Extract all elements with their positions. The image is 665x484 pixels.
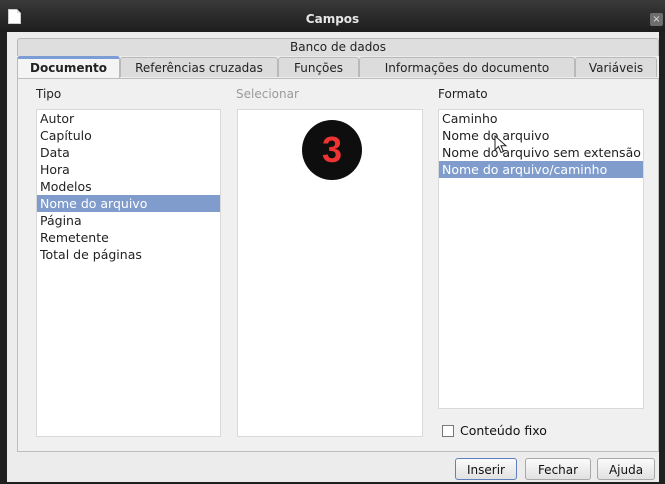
formato-list-item[interactable]: Caminho: [439, 110, 643, 127]
tipo-listbox[interactable]: Autor Capítulo Data Hora Modelos Nome do arqu…: [36, 109, 221, 437]
documento-pane: Tipo Selecionar Formato Autor Capítulo Dat…: [17, 78, 659, 452]
tipo-label: Tipo: [36, 87, 62, 101]
tipo-list-item[interactable]: Página: [37, 212, 220, 229]
tab-banco-de-dados[interactable]: Banco de dados: [17, 38, 659, 56]
tipo-list-item[interactable]: Nome do arquivo: [37, 195, 220, 212]
selecionar-listbox[interactable]: 3: [237, 109, 423, 437]
formato-listbox[interactable]: Caminho Nome do arquivo Nome do arquivo se…: [438, 109, 644, 409]
close-button[interactable]: Fechar: [525, 458, 591, 480]
formato-list-item[interactable]: Nome do arquivo/caminho: [439, 161, 643, 178]
fields-dialog: Banco de dados Documento Referências cru…: [7, 32, 659, 482]
tipo-list-item[interactable]: Capítulo: [37, 127, 220, 144]
formato-label: Formato: [438, 87, 488, 101]
tab-documento[interactable]: Documento: [17, 56, 120, 78]
tab-variaveis[interactable]: Variáveis: [575, 57, 657, 77]
selecionar-label: Selecionar: [236, 87, 299, 101]
tipo-list-item[interactable]: Hora: [37, 161, 220, 178]
help-button[interactable]: Ajuda: [597, 458, 655, 480]
tipo-list-item[interactable]: Remetente: [37, 229, 220, 246]
mouse-pointer-icon: [494, 135, 508, 154]
tipo-list-item[interactable]: Modelos: [37, 178, 220, 195]
checkbox-label: Conteúdo fixo: [460, 423, 547, 438]
close-icon[interactable]: ×: [650, 13, 663, 26]
window: Campos × Banco de dados Documento Referê…: [0, 0, 665, 484]
tab-label: Banco de dados: [290, 40, 386, 54]
title-bar: Campos ×: [0, 0, 665, 32]
window-title: Campos: [305, 12, 360, 26]
tipo-list-item[interactable]: Total de páginas: [37, 246, 220, 263]
conteudo-fixo-checkbox[interactable]: Conteúdo fixo: [442, 423, 547, 438]
formato-list-item[interactable]: Nome do arquivo: [439, 127, 643, 144]
tipo-list-item[interactable]: Data: [37, 144, 220, 161]
tab-row: Documento Referências cruzadas Funções I…: [17, 56, 659, 78]
step-number-badge: 3: [302, 120, 362, 180]
tipo-list-item[interactable]: Autor: [37, 110, 220, 127]
insert-button[interactable]: Inserir: [455, 458, 517, 480]
formato-list-item[interactable]: Nome do arquivo sem extensão: [439, 144, 643, 161]
tab-funcoes[interactable]: Funções: [278, 57, 359, 77]
tab-referencias-cruzadas[interactable]: Referências cruzadas: [120, 57, 278, 77]
tab-informacoes-do-documento[interactable]: Informações do documento: [359, 57, 575, 77]
checkbox-box[interactable]: [442, 424, 454, 437]
